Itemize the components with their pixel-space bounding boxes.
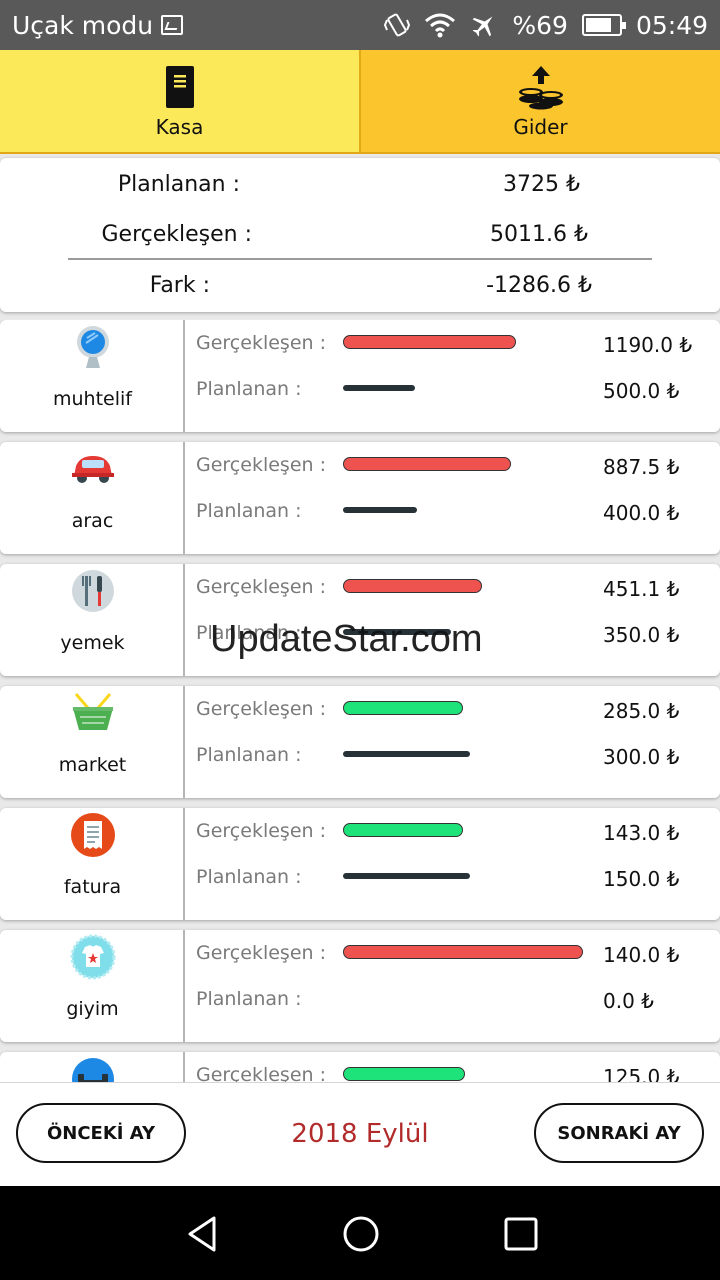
planned-amount: 300.0 ₺ — [603, 745, 680, 769]
summary-divider — [68, 258, 652, 260]
recents-icon[interactable] — [499, 1212, 543, 1256]
planned-bar — [343, 873, 470, 879]
actual-amount: 451.1 ₺ — [603, 577, 680, 601]
category-card[interactable]: giyim Gerçekleşen : 140.0 ₺ Planlanan : … — [0, 930, 720, 1042]
category-name: market — [58, 754, 127, 776]
tab-kasa[interactable]: Kasa — [0, 50, 361, 152]
planned-bar — [343, 629, 451, 635]
actual-label: Gerçekleşen : — [196, 820, 326, 842]
category-card[interactable]: market Gerçekleşen : 285.0 ₺ Planlanan :… — [0, 686, 720, 798]
planned-amount: 0.0 ₺ — [603, 989, 654, 1013]
notebook-icon — [164, 63, 196, 111]
airplane-icon — [473, 16, 493, 37]
category-name: yemek — [60, 632, 125, 654]
actual-label: Gerçekleşen : — [196, 698, 326, 720]
actual-bar — [343, 823, 463, 837]
category-name: arac — [71, 510, 114, 532]
planned-amount: 350.0 ₺ — [603, 623, 680, 647]
category-card[interactable]: yemek Gerçekleşen : 451.1 ₺ Planlanan : … — [0, 564, 720, 676]
category-cell: arac — [0, 442, 185, 554]
category-card[interactable]: Gerçekleşen : 125.0 ₺ — [0, 1052, 720, 1082]
planned-amount: 500.0 ₺ — [603, 379, 680, 403]
actual-bar — [343, 945, 583, 959]
actual-amount: 125.0 ₺ — [603, 1065, 680, 1082]
actual-bar — [343, 1067, 465, 1081]
category-cell — [0, 1052, 185, 1082]
actual-label: Gerçekleşen : — [196, 1064, 326, 1082]
tab-gider[interactable]: Gider — [361, 50, 720, 152]
planned-label: Planlanan : — [196, 378, 302, 400]
summary-diff-value: -1286.6 ₺ — [486, 273, 592, 298]
planned-amount: 400.0 ₺ — [603, 501, 680, 525]
summary-diff-label: Fark : — [149, 273, 210, 298]
actual-amount: 1190.0 ₺ — [603, 333, 693, 357]
clock: 05:49 — [635, 10, 708, 40]
summary-planned-value: 3725 ₺ — [503, 172, 580, 197]
dumbbell-icon — [72, 1058, 114, 1082]
category-cell: fatura — [0, 808, 185, 920]
category-name: giyim — [66, 998, 119, 1020]
summary-card: Planlanan : 3725 ₺ Gerçekleşen : 5011.6 … — [0, 158, 720, 312]
summary-actual-value: 5011.6 ₺ — [490, 222, 588, 247]
category-cell: yemek — [0, 564, 185, 676]
planned-label: Planlanan : — [196, 500, 302, 522]
month-navigation: ÖNCEKİ AY 2018 Eylül SONRAKİ AY — [0, 1082, 720, 1186]
category-card[interactable]: fatura Gerçekleşen : 143.0 ₺ Planlanan :… — [0, 808, 720, 920]
actual-amount: 887.5 ₺ — [603, 455, 680, 479]
fork-knife-icon — [72, 570, 114, 612]
actual-bar — [343, 457, 511, 471]
summary-planned-label: Planlanan : — [117, 172, 240, 197]
planned-label: Planlanan : — [196, 622, 302, 644]
category-card[interactable]: arac Gerçekleşen : 887.5 ₺ Planlanan : 4… — [0, 442, 720, 554]
home-icon[interactable] — [339, 1212, 383, 1256]
planned-label: Planlanan : — [196, 866, 302, 888]
coins-upload-icon — [517, 63, 565, 111]
planned-label: Planlanan : — [196, 988, 302, 1010]
actual-label: Gerçekleşen : — [196, 576, 326, 598]
actual-bar — [343, 335, 516, 349]
actual-label: Gerçekleşen : — [196, 942, 326, 964]
image-icon — [161, 15, 184, 35]
summary-actual-label: Gerçekleşen : — [101, 222, 252, 247]
wifi-icon — [425, 13, 456, 38]
category-list[interactable]: muhtelif Gerçekleşen : 1190.0 ₺ Planlana… — [0, 320, 720, 1082]
current-month: 2018 Eylül — [291, 1119, 429, 1149]
mirror-icon — [77, 326, 109, 368]
shirt-icon — [70, 934, 116, 980]
car-icon — [72, 456, 114, 483]
category-card[interactable]: muhtelif Gerçekleşen : 1190.0 ₺ Planlana… — [0, 320, 720, 432]
actual-amount: 285.0 ₺ — [603, 699, 680, 723]
back-icon[interactable] — [180, 1212, 224, 1256]
category-name: fatura — [63, 876, 122, 898]
category-cell: giyim — [0, 930, 185, 1042]
airplane-mode-label: Uçak modu — [12, 10, 154, 40]
tab-bar: Kasa Gider — [0, 50, 720, 154]
planned-label: Planlanan : — [196, 744, 302, 766]
tab-gider-label: Gider — [513, 115, 568, 139]
actual-bar — [343, 701, 463, 715]
battery-percent: %69 — [512, 10, 568, 40]
actual-label: Gerçekleşen : — [196, 454, 326, 476]
vibrate-icon — [384, 13, 411, 37]
battery-icon — [581, 14, 626, 36]
receipt-icon — [71, 813, 115, 857]
planned-bar — [343, 507, 417, 513]
next-month-button[interactable]: SONRAKİ AY — [534, 1103, 704, 1163]
basket-icon — [73, 693, 113, 730]
category-cell: market — [0, 686, 185, 798]
previous-month-button[interactable]: ÖNCEKİ AY — [16, 1103, 186, 1163]
planned-bar — [343, 385, 415, 391]
system-nav-bar — [0, 1186, 720, 1280]
actual-amount: 143.0 ₺ — [603, 821, 680, 845]
tab-kasa-label: Kasa — [155, 115, 204, 139]
actual-label: Gerçekleşen : — [196, 332, 326, 354]
planned-amount: 150.0 ₺ — [603, 867, 680, 891]
status-bar: Uçak modu %69 05:49 — [0, 0, 720, 50]
category-cell: muhtelif — [0, 320, 185, 432]
planned-bar — [343, 751, 470, 757]
actual-amount: 140.0 ₺ — [603, 943, 680, 967]
category-name: muhtelif — [53, 388, 132, 410]
actual-bar — [343, 579, 482, 593]
